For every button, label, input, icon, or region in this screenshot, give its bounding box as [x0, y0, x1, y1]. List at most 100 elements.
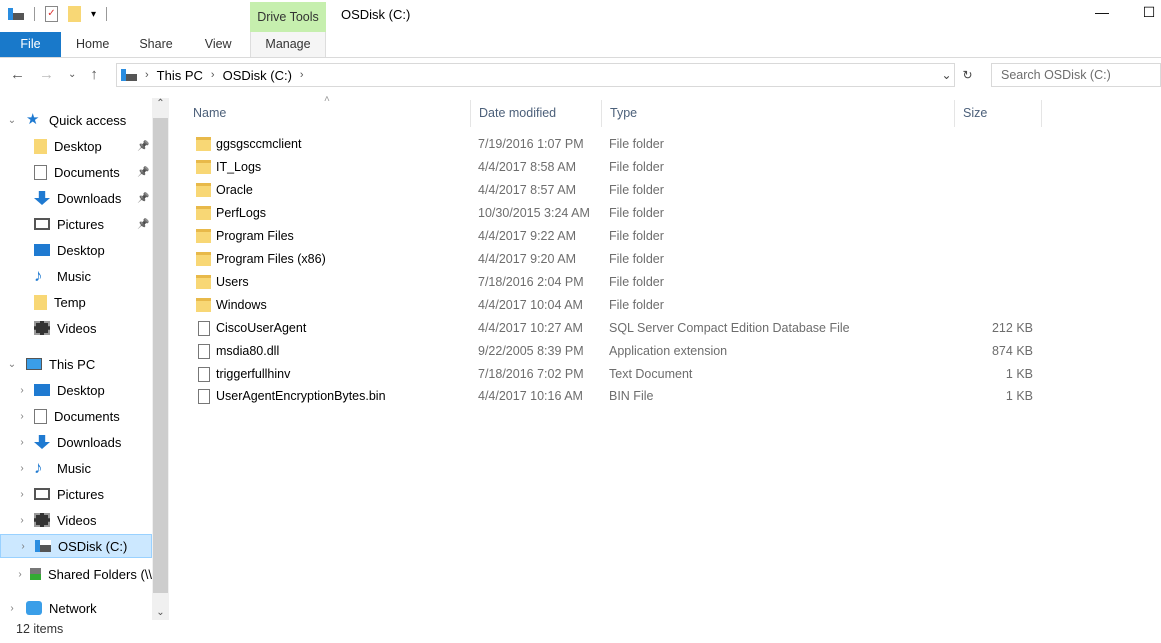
file-row[interactable]: CiscoUserAgent 4/4/2017 10:27 AM SQL Serve… [170, 317, 1040, 339]
nav-item[interactable]: › Pictures [0, 482, 152, 506]
desktop-icon [34, 244, 50, 256]
file-type: Text Document [609, 366, 693, 381]
tab-share[interactable]: Share [124, 32, 189, 57]
nav-item[interactable]: ♪ Music [0, 264, 152, 288]
file-row[interactable]: Oracle 4/4/2017 8:57 AM File folder [170, 179, 1040, 201]
nav-item[interactable]: Videos [0, 316, 152, 340]
scrollbar-thumb[interactable] [153, 118, 168, 593]
chevron-right-icon[interactable]: › [211, 69, 215, 81]
nav-item[interactable]: Downloads 📌 [0, 186, 152, 210]
breadcrumb-osdisk[interactable]: OSDisk (C:) [223, 68, 292, 83]
nav-item[interactable]: Documents 📌 [0, 160, 152, 184]
nav-item-label: This PC [49, 356, 96, 372]
tab-home[interactable]: Home [61, 32, 124, 57]
refresh-icon[interactable]: ↻ [962, 68, 972, 82]
tab-view[interactable]: View [190, 32, 247, 57]
file-type: File folder [609, 159, 664, 174]
file-row[interactable]: Users 7/18/2016 2:04 PM File folder [170, 271, 1040, 293]
file-type: SQL Server Compact Edition Database File [609, 320, 850, 335]
maximize-button[interactable]: ☐ [1134, 4, 1161, 21]
chevron-right-icon[interactable]: › [16, 385, 28, 396]
nav-item[interactable]: Pictures 📌 [0, 212, 152, 236]
recent-locations-icon[interactable]: ⌄ [68, 69, 76, 80]
desktop-icon [34, 384, 50, 396]
chevron-right-icon[interactable]: › [16, 463, 28, 474]
up-icon[interactable]: ↑ [90, 66, 98, 83]
pin-icon: 📌 [137, 166, 150, 178]
file-date: 4/4/2017 10:27 AM [478, 320, 583, 335]
nav-item[interactable]: ⌄ ★ Quick access [0, 108, 152, 132]
file-size: 212 KB [991, 320, 1033, 335]
file-row[interactable]: ggsgsccmclient 7/19/2016 1:07 PM File fold… [170, 133, 1040, 155]
search-input[interactable]: Search OSDisk (C:) [991, 63, 1161, 87]
chevron-right-icon[interactable]: › [17, 541, 29, 552]
chevron-right-icon[interactable]: › [300, 69, 304, 81]
nav-item-label: Downloads [57, 190, 122, 206]
drive-icon [121, 69, 137, 81]
file-name: PerfLogs [216, 205, 267, 220]
column-type[interactable]: Type [602, 100, 955, 127]
file-date: 7/18/2016 7:02 PM [478, 366, 584, 381]
forward-icon[interactable]: → [39, 66, 54, 83]
nav-item[interactable]: › Shared Folders (\\ [0, 562, 152, 586]
back-icon[interactable]: ← [10, 66, 25, 83]
chevron-right-icon[interactable]: › [16, 515, 28, 526]
nav-item[interactable]: ⌄ This PC [0, 352, 152, 376]
tab-manage[interactable]: Manage [250, 32, 326, 58]
file-icon [198, 366, 210, 382]
file-row[interactable]: PerfLogs 10/30/2015 3:24 AM File folder [170, 202, 1040, 224]
file-name: UserAgentEncryptionBytes.bin [216, 389, 386, 404]
customize-dropdown-icon[interactable]: ▾ [91, 9, 96, 20]
file-row[interactable]: IT_Logs 4/4/2017 8:58 AM File folder [170, 156, 1040, 178]
nav-item-label: Music [57, 268, 91, 284]
file-date: 7/18/2016 2:04 PM [478, 274, 584, 289]
file-size: 1 KB [1005, 366, 1033, 381]
file-row[interactable]: triggerfullhinv 7/18/2016 7:02 PM Text Doc… [170, 363, 1040, 385]
nav-item[interactable]: Temp [0, 290, 152, 314]
minimize-button[interactable]: — [1087, 4, 1117, 20]
nav-item[interactable]: › Videos [0, 508, 152, 532]
chevron-down-icon[interactable]: ⌄ [6, 359, 18, 370]
file-name: Windows [216, 297, 267, 312]
nav-item[interactable]: › Desktop [0, 378, 152, 402]
file-row[interactable]: msdia80.dll 9/22/2005 8:39 PM Application … [170, 340, 1040, 362]
nav-item[interactable]: Desktop 📌 [0, 134, 152, 158]
column-name[interactable]: Name [185, 100, 471, 127]
new-folder-icon[interactable] [68, 6, 81, 22]
column-date-modified[interactable]: Date modified [471, 100, 602, 127]
nav-item-label: Documents [54, 408, 120, 424]
file-row[interactable]: Program Files (x86) 4/4/2017 9:20 AM File … [170, 248, 1040, 270]
scroll-down-icon[interactable]: ⌄ [152, 607, 169, 618]
file-type: File folder [609, 137, 664, 151]
file-row[interactable]: UserAgentEncryptionBytes.bin 4/4/2017 10:… [170, 385, 1040, 407]
tab-file[interactable]: File [0, 32, 61, 57]
column-size[interactable]: Size [955, 100, 1042, 127]
navigation-pane: ⌄ ★ Quick access Desktop 📌 Documents 📌 Download… [0, 98, 152, 620]
nav-item[interactable]: › OSDisk (C:) [0, 534, 152, 558]
scroll-up-icon[interactable]: ⌃ [152, 98, 169, 109]
chevron-down-icon[interactable]: ⌄ [941, 68, 951, 82]
breadcrumb-this-pc[interactable]: This PC [157, 68, 203, 83]
nav-item[interactable]: › Downloads [0, 430, 152, 454]
file-date: 7/19/2016 1:07 PM [478, 137, 584, 151]
nav-item[interactable]: › Documents [0, 404, 152, 428]
folder-icon [196, 297, 211, 312]
nav-item[interactable]: › ♪ Music [0, 456, 152, 480]
file-row[interactable]: Program Files 4/4/2017 9:22 AM File folder [170, 225, 1040, 247]
nav-item[interactable]: › Network [0, 596, 152, 620]
chevron-right-icon[interactable]: › [16, 437, 28, 448]
chevron-right-icon[interactable]: › [6, 603, 18, 614]
nav-item-label: Pictures [57, 486, 104, 502]
chevron-right-icon[interactable]: › [16, 569, 24, 580]
file-icon [198, 320, 210, 336]
chevron-right-icon[interactable]: › [16, 489, 28, 500]
chevron-right-icon[interactable]: › [145, 69, 149, 81]
address-bar[interactable]: › This PC › OSDisk (C:) › [116, 63, 955, 87]
chevron-right-icon[interactable]: › [16, 411, 28, 422]
pictures-icon [34, 488, 50, 500]
nav-item[interactable]: Desktop [0, 238, 152, 262]
chevron-down-icon[interactable]: ⌄ [6, 115, 18, 126]
properties-icon[interactable]: ✓ [45, 6, 58, 22]
drive-icon[interactable] [8, 8, 24, 20]
file-row[interactable]: Windows 4/4/2017 10:04 AM File folder [170, 294, 1040, 316]
